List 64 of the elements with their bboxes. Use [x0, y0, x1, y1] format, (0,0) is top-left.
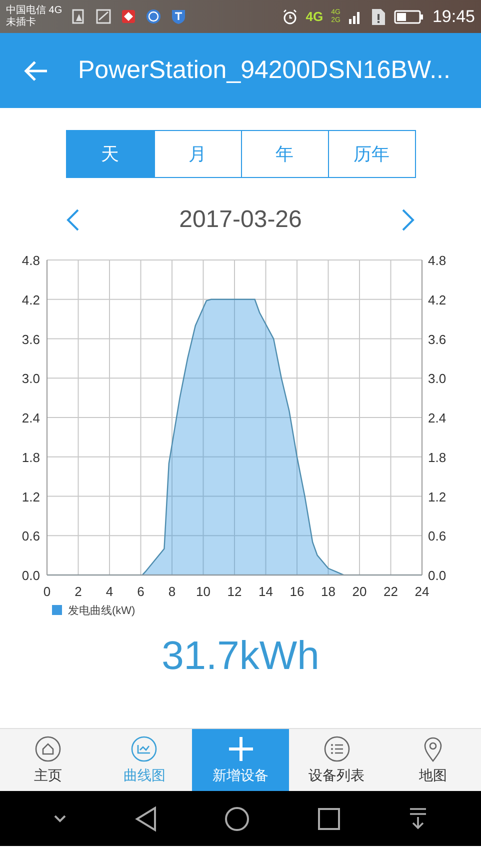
period-tab[interactable]: 天 [66, 131, 154, 177]
sim-warning-icon [370, 8, 386, 26]
axis-label: 2 [74, 584, 82, 599]
list-icon [322, 735, 351, 763]
clock: 19:45 [432, 6, 475, 26]
back-arrow-icon[interactable] [24, 60, 48, 82]
pull-down-icon[interactable] [408, 806, 428, 830]
shield-icon [170, 8, 188, 25]
plus-icon [226, 735, 254, 763]
nav-tab[interactable]: 地图 [384, 729, 481, 791]
alarm-icon [282, 8, 298, 24]
axis-label: 0 [43, 584, 51, 599]
axis-label: 2.4 [428, 410, 446, 426]
next-icon[interactable] [401, 208, 416, 232]
axis-label: 24 [414, 584, 430, 599]
circle-app-icon [145, 8, 162, 25]
axis-label: 4.2 [428, 292, 446, 308]
axis-label: 3.6 [428, 332, 446, 347]
axis-label: 4.8 [22, 253, 40, 268]
sim-label: 未插卡 [6, 16, 37, 28]
battery-icon [394, 8, 424, 24]
home-icon [34, 735, 62, 763]
axis-label: 2.4 [22, 410, 40, 426]
nav-tab[interactable]: 设备列表 [288, 729, 385, 791]
add-device-button[interactable]: 新增设备 [192, 729, 289, 791]
diamond-app-icon [120, 8, 138, 25]
axis-label: 4.8 [428, 253, 446, 268]
back-icon[interactable] [134, 806, 158, 832]
axis-label: 22 [384, 584, 398, 599]
axis-label: 0.0 [428, 568, 446, 583]
axis-label: 20 [352, 584, 367, 599]
axis-label: 8 [168, 584, 176, 599]
axis-label: 1.2 [22, 489, 40, 504]
axis-label: 3.0 [22, 371, 40, 386]
axis-label: 0.0 [22, 568, 40, 583]
energy-total: 31.7kWh [162, 634, 320, 679]
network-label: 4G [306, 9, 324, 24]
axis-label: 16 [290, 584, 304, 599]
axis-label: 0.6 [22, 528, 40, 544]
nav-tab[interactable]: 曲线图 [96, 729, 192, 791]
recent-apps-icon[interactable] [317, 806, 342, 830]
axis-label: 3.6 [22, 332, 40, 347]
axis-label: 1.8 [22, 450, 40, 465]
axis-label: 10 [196, 584, 210, 599]
legend-label: 发电曲线(kW) [68, 604, 136, 618]
home-circle-icon[interactable] [224, 806, 250, 832]
axis-label: 12 [227, 584, 242, 599]
axis-label: 1.2 [428, 489, 446, 504]
previous-icon[interactable] [66, 208, 80, 232]
nav-tab[interactable]: 主页 [0, 729, 96, 791]
axis-label: 4.2 [22, 292, 40, 308]
axis-label: 0.6 [428, 528, 446, 544]
axis-label: 1.8 [428, 450, 446, 465]
carrier-label: 中国电信 4G [6, 4, 62, 16]
page-title: PowerStation_94200DSN16BW... [78, 56, 450, 85]
date-label: 2017-03-26 [179, 206, 302, 234]
axis-label: 6 [137, 584, 144, 599]
chart-icon [130, 735, 158, 763]
axis-label: 14 [258, 584, 273, 599]
chevron-down-icon[interactable] [53, 814, 68, 824]
axis-label: 18 [321, 584, 336, 599]
axis-label: 4 [106, 584, 114, 599]
photo-icon [95, 8, 112, 25]
axis-label: 3.0 [428, 371, 446, 386]
